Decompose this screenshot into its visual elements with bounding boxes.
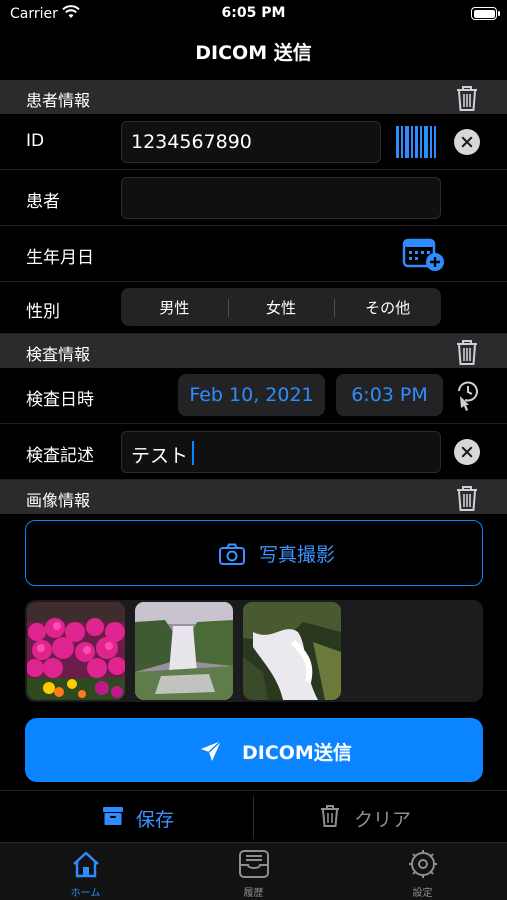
bottom-actions: 保存 クリア bbox=[0, 790, 507, 842]
battery-icon bbox=[471, 7, 500, 20]
photo-thumbnail-rapids[interactable] bbox=[243, 602, 341, 700]
tab-settings[interactable]: 設定 bbox=[338, 843, 507, 900]
home-icon bbox=[73, 851, 99, 878]
sex-label: 性別 bbox=[26, 302, 60, 322]
id-field-value: 1234567890 bbox=[131, 131, 252, 153]
settings-gear-icon bbox=[409, 850, 437, 878]
status-time: 6:05 PM bbox=[221, 5, 286, 21]
birthdate-row: 生年月日 bbox=[0, 226, 507, 282]
sex-option-female[interactable]: 女性 bbox=[227, 297, 335, 318]
photo-thumbnail-flowers[interactable] bbox=[27, 602, 125, 700]
tab-history-label: 履歴 bbox=[243, 888, 264, 899]
exam-datetime-row: 検査日時 Feb 10, 2021 6:03 PM bbox=[0, 368, 507, 424]
dicom-send-label: DICOM送信 bbox=[242, 742, 352, 764]
image-section-header: 画像情報 bbox=[0, 480, 507, 514]
action-divider bbox=[253, 795, 254, 839]
save-label: 保存 bbox=[136, 809, 175, 831]
exam-description-row: 検査記述 テスト bbox=[0, 424, 507, 480]
tab-history[interactable]: 履歴 bbox=[169, 843, 338, 900]
image-section-title: 画像情報 bbox=[26, 491, 91, 510]
birthdate-label: 生年月日 bbox=[26, 248, 94, 268]
exam-section-header: 検査情報 bbox=[0, 334, 507, 368]
id-label: ID bbox=[26, 131, 45, 151]
sex-row: 性別 男性 女性 その他 bbox=[0, 282, 507, 334]
sex-segmented-control[interactable]: 男性 女性 その他 bbox=[121, 288, 441, 326]
clear-button[interactable]: クリア bbox=[300, 795, 460, 839]
exam-section-title: 検査情報 bbox=[26, 345, 91, 364]
patient-section-header: 患者情報 bbox=[0, 80, 507, 114]
history-tray-icon bbox=[239, 850, 269, 878]
take-photo-label: 写真撮影 bbox=[259, 544, 336, 566]
trash-icon[interactable] bbox=[455, 84, 479, 112]
clear-label: クリア bbox=[354, 809, 412, 831]
photo-thumbnail-waterfall[interactable] bbox=[135, 602, 233, 700]
exam-description-value: テスト bbox=[131, 445, 189, 467]
tab-bar: ホーム 履歴 設定 bbox=[0, 842, 507, 900]
barcode-scan-icon[interactable] bbox=[395, 125, 437, 159]
exam-date-picker[interactable]: Feb 10, 2021 bbox=[178, 374, 325, 416]
id-clear-button[interactable] bbox=[454, 129, 480, 155]
image-gallery bbox=[25, 600, 483, 702]
patient-row: 患者 bbox=[0, 170, 507, 226]
patient-name-field[interactable] bbox=[121, 177, 441, 219]
exam-datetime-label: 検査日時 bbox=[26, 390, 94, 410]
camera-icon bbox=[219, 543, 245, 565]
exam-description-clear-button[interactable] bbox=[454, 439, 480, 465]
trash-icon[interactable] bbox=[455, 484, 479, 512]
id-field[interactable]: 1234567890 bbox=[121, 121, 381, 163]
exam-description-label: 検査記述 bbox=[26, 446, 94, 466]
trash-icon bbox=[321, 805, 339, 827]
text-cursor bbox=[192, 441, 194, 465]
tab-home-label: ホーム bbox=[70, 888, 101, 899]
save-button[interactable]: 保存 bbox=[90, 795, 250, 839]
tab-settings-label: 設定 bbox=[412, 888, 433, 899]
sex-option-male[interactable]: 男性 bbox=[121, 297, 228, 318]
dicom-send-button[interactable]: DICOM送信 bbox=[25, 718, 483, 782]
trash-icon[interactable] bbox=[455, 338, 479, 366]
patient-section-title: 患者情報 bbox=[26, 91, 91, 110]
reset-time-icon[interactable] bbox=[454, 380, 482, 412]
exam-description-field[interactable]: テスト bbox=[121, 431, 441, 473]
add-calendar-icon[interactable] bbox=[402, 236, 446, 272]
take-photo-button[interactable]: 写真撮影 bbox=[25, 520, 483, 586]
paper-plane-icon bbox=[201, 740, 222, 761]
sex-option-other[interactable]: その他 bbox=[334, 297, 441, 318]
id-row: ID 1234567890 bbox=[0, 114, 507, 170]
tab-home[interactable]: ホーム bbox=[1, 843, 170, 900]
status-bar: Carrier 6:05 PM bbox=[0, 0, 507, 30]
page-title: DICOM 送信 bbox=[195, 42, 312, 64]
patient-label: 患者 bbox=[26, 192, 60, 212]
archive-box-icon bbox=[103, 807, 123, 825]
exam-time-picker[interactable]: 6:03 PM bbox=[336, 374, 443, 416]
